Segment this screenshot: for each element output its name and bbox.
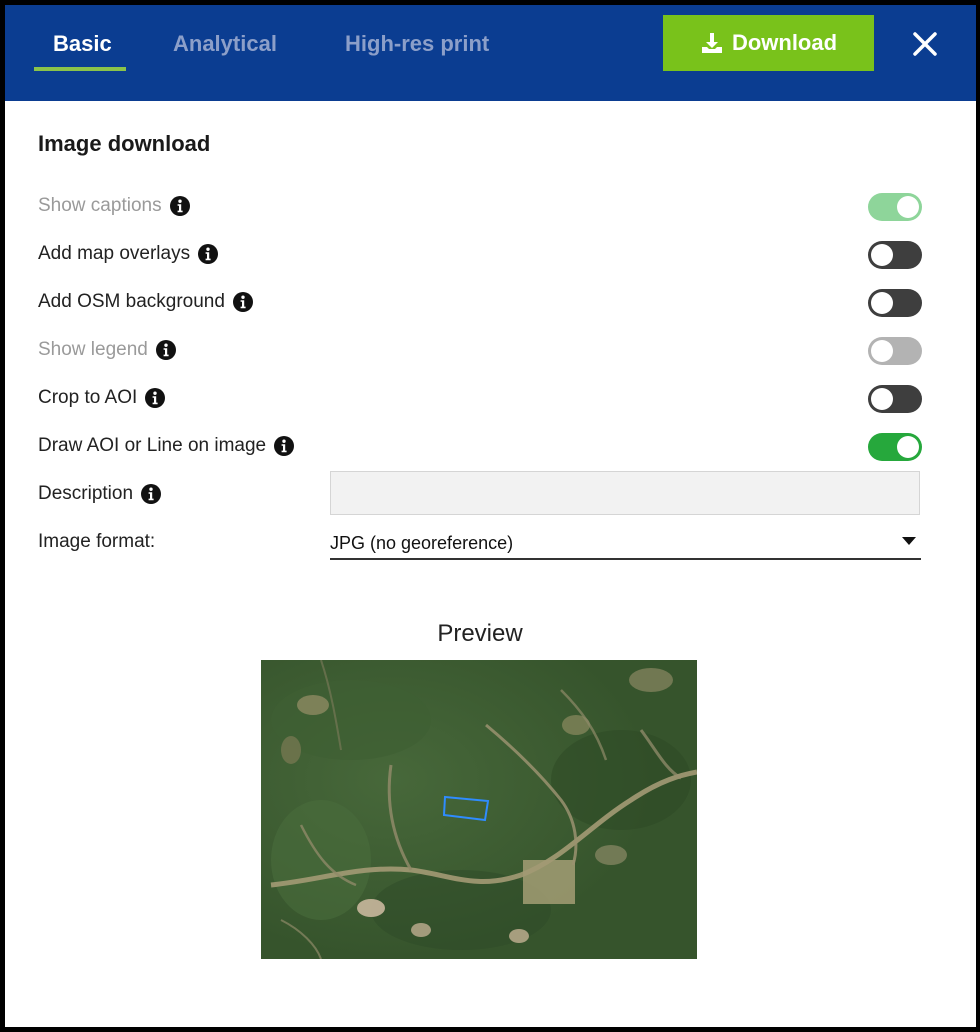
download-button[interactable]: Download (663, 15, 874, 71)
info-icon[interactable] (141, 484, 162, 504)
description-input[interactable] (330, 471, 920, 515)
draw-aoi-or-line-toggle[interactable] (868, 433, 922, 461)
tab-basic[interactable]: Basic (53, 31, 112, 57)
section-title: Image download (38, 131, 211, 156)
download-icon (701, 33, 722, 53)
tab-high-res-print[interactable]: High-res print (345, 31, 489, 57)
info-icon[interactable] (155, 340, 176, 360)
show-captions-toggle[interactable] (868, 193, 922, 221)
info-icon[interactable] (198, 244, 219, 264)
tab-analytical[interactable]: Analytical (173, 31, 277, 57)
image-format-selected-value: JPG (no georeference) (330, 533, 514, 553)
download-button-label: Download (731, 30, 838, 55)
image-download-dialog: Basic Analytical High-res print Download… (5, 5, 976, 1027)
crop-to-aoi-toggle[interactable] (868, 385, 922, 413)
info-icon[interactable] (232, 292, 253, 312)
option-label: Show legend (38, 339, 148, 360)
add-osm-background-toggle[interactable] (868, 289, 922, 317)
option-label: Draw AOI or Line on image (38, 435, 267, 456)
option-show-captions: Show captions (38, 191, 922, 223)
add-map-overlays-toggle[interactable] (868, 241, 922, 269)
close-icon[interactable] (908, 27, 942, 61)
caret-down-icon (902, 537, 916, 545)
info-icon[interactable] (274, 436, 295, 456)
option-show-legend: Show legend (38, 335, 922, 367)
preview-title: Preview (437, 620, 523, 647)
option-crop-to-aoi: Crop to AOI (38, 383, 922, 415)
info-icon[interactable] (145, 388, 166, 408)
option-draw-aoi-or-line: Draw AOI or Line on image (38, 431, 922, 463)
dialog-header: Basic Analytical High-res print Download (5, 5, 976, 101)
option-label: Add map overlays (38, 243, 191, 264)
option-add-map-overlays: Add map overlays (38, 239, 922, 271)
description-label: Description (38, 483, 134, 504)
show-legend-toggle[interactable] (868, 337, 922, 365)
image-format-select[interactable]: JPG (no georeference) (330, 530, 921, 560)
option-label: Add OSM background (38, 291, 225, 312)
satellite-preview-image (261, 660, 697, 959)
info-icon[interactable] (169, 196, 190, 216)
option-add-osm-background: Add OSM background (38, 287, 922, 319)
image-format-label: Image format: (38, 531, 156, 552)
option-label: Crop to AOI (38, 387, 138, 408)
active-tab-indicator (34, 67, 126, 71)
option-label: Show captions (38, 195, 162, 216)
